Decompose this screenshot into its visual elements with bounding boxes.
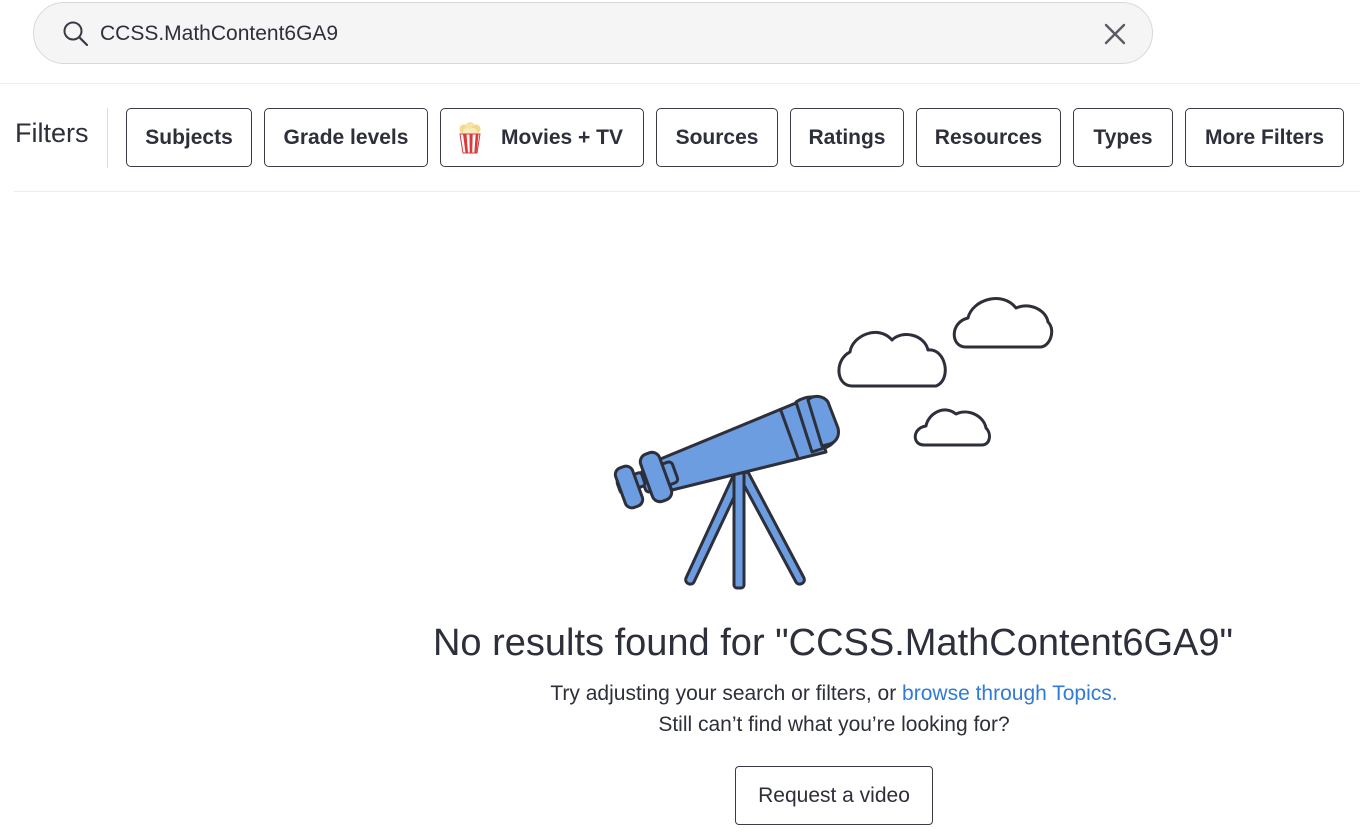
- filter-label: Sources: [675, 125, 759, 149]
- request-video-button[interactable]: Request a video: [735, 766, 933, 825]
- cloud-icon: [837, 330, 947, 388]
- more-filters-button[interactable]: More Filters: [1185, 108, 1344, 167]
- filter-label: Grade levels: [283, 125, 409, 149]
- filter-subjects-button[interactable]: Subjects: [126, 108, 252, 167]
- no-results-title: No results found for "CCSS.MathContent6G…: [432, 622, 1234, 664]
- filter-sources-button[interactable]: Sources: [656, 108, 778, 167]
- search-input[interactable]: [100, 16, 1060, 52]
- filter-label: Types: [1093, 125, 1153, 149]
- filter-label: Subjects: [145, 125, 233, 149]
- request-video-label: Request a video: [758, 783, 910, 807]
- hint-line-1: Try adjusting your search or filters, or…: [0, 682, 1360, 706]
- filter-types-button[interactable]: Types: [1073, 108, 1173, 167]
- filters-label: Filters: [15, 118, 89, 148]
- filters-separator: [107, 108, 108, 168]
- telescope-illustration: [613, 297, 1054, 590]
- header-divider: [0, 83, 1360, 84]
- browse-topics-link[interactable]: browse through Topics.: [902, 682, 1118, 705]
- search-bar[interactable]: [33, 2, 1153, 64]
- popcorn-icon: [459, 121, 481, 153]
- filter-label: More Filters: [1204, 125, 1325, 149]
- cloud-icon: [952, 297, 1054, 349]
- search-results-page: Filters Subjects Grade levels Movies + T…: [0, 0, 1360, 838]
- filter-resources-button[interactable]: Resources: [916, 108, 1061, 167]
- cloud-icon: [913, 408, 991, 447]
- filter-movies-tv-button[interactable]: Movies + TV: [440, 108, 644, 167]
- close-icon: [1104, 23, 1126, 45]
- filter-ratings-button[interactable]: Ratings: [790, 108, 904, 167]
- hint-line-2: Still can’t find what you’re looking for…: [658, 713, 1010, 736]
- hint-text: Try adjusting your search or filters, or: [550, 682, 903, 705]
- search-icon: [62, 20, 90, 48]
- clear-search-button[interactable]: [1098, 17, 1132, 51]
- filter-label: Resources: [934, 125, 1043, 149]
- filter-grade-levels-button[interactable]: Grade levels: [264, 108, 428, 167]
- filters-divider: [14, 191, 1360, 192]
- filter-label: Ratings: [808, 125, 886, 149]
- filter-label: Movies + TV: [501, 125, 623, 149]
